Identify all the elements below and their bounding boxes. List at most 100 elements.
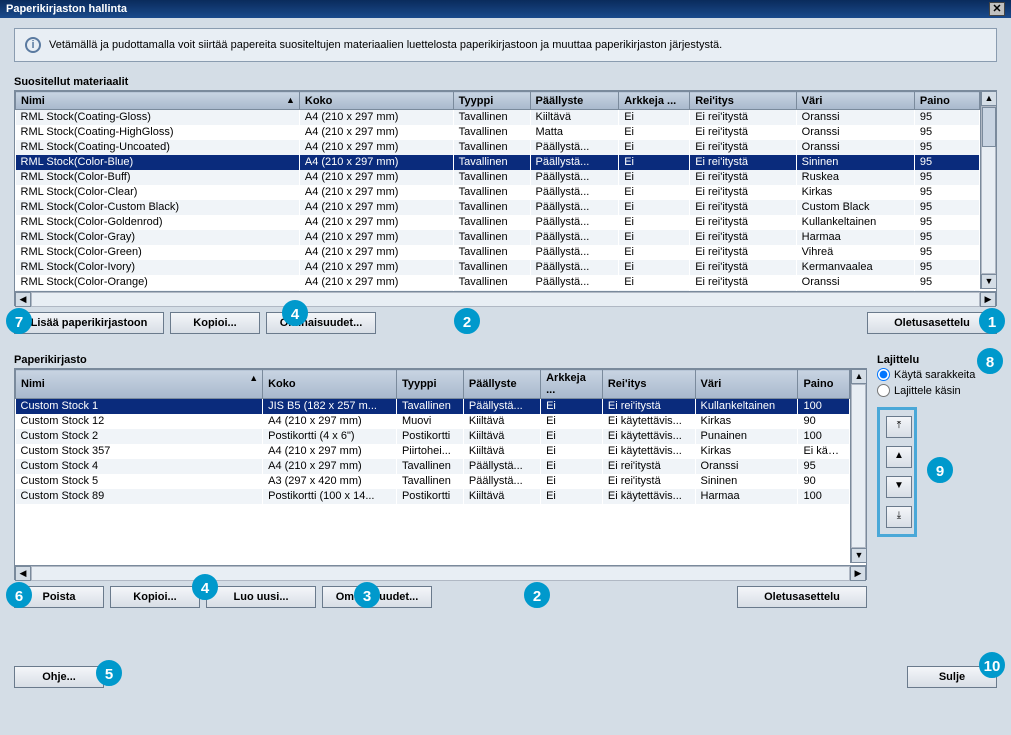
table-row[interactable]: Custom Stock 5A3 (297 x 420 mm)Tavalline… (16, 474, 850, 489)
cell-size: A4 (210 x 297 mm) (299, 215, 453, 230)
col-coating[interactable]: Päällyste (530, 92, 619, 110)
col-sheets[interactable]: Arkkeja ... (541, 370, 603, 399)
create-new-button[interactable]: Luo uusi... (206, 586, 316, 608)
callout-8: 8 (977, 348, 1003, 374)
table-row[interactable]: Custom Stock 12A4 (210 x 297 mm)MuoviKii… (16, 414, 850, 429)
move-up-button[interactable]: ▲ (886, 446, 912, 468)
table-row[interactable]: Custom Stock 89Postikortti (100 x 14...P… (16, 489, 850, 504)
radio-sort-manual[interactable]: Lajittele käsin (877, 384, 997, 397)
cell-size: A3 (297 x 420 mm) (263, 474, 397, 489)
table-row[interactable]: Custom Stock 357A4 (210 x 297 mm)Piirtoh… (16, 444, 850, 459)
cell-weight: 100 (798, 489, 850, 504)
scroll-right-icon[interactable]: ▶ (850, 566, 866, 581)
scroll-left-icon[interactable]: ◀ (15, 566, 31, 581)
scroll-down-icon[interactable]: ▼ (981, 274, 997, 289)
horizontal-scrollbar[interactable]: ◀ ▶ (15, 291, 996, 307)
cell-color: Kirkas (796, 185, 914, 200)
col-color[interactable]: Väri (796, 92, 914, 110)
table-row[interactable]: RML Stock(Coating-Uncoated)A4 (210 x 297… (16, 140, 980, 155)
copy-button-2[interactable]: Kopioi... (110, 586, 200, 608)
table-row[interactable]: RML Stock(Color-Buff)A4 (210 x 297 mm)Ta… (16, 170, 980, 185)
copy-button[interactable]: Kopioi... (170, 312, 260, 334)
table-row[interactable]: RML Stock(Coating-Gloss)A4 (210 x 297 mm… (16, 110, 980, 125)
radio-use-columns-input[interactable] (877, 368, 890, 381)
table-row[interactable]: Custom Stock 2Postikortti (4 x 6")Postik… (16, 429, 850, 444)
cell-sheets: Ei (619, 110, 690, 125)
table-row[interactable]: Custom Stock 1JIS B5 (182 x 257 m...Tava… (16, 399, 850, 414)
col-size[interactable]: Koko (263, 370, 397, 399)
cell-color: Ruskea (796, 170, 914, 185)
cell-punch: Ei rei'itystä (690, 245, 796, 260)
cell-sheets: Ei (619, 140, 690, 155)
cell-type: Tavallinen (453, 155, 530, 170)
cell-sheets: Ei (541, 459, 603, 474)
cell-size: JIS B5 (182 x 257 m... (263, 399, 397, 414)
horizontal-scrollbar[interactable]: ◀ ▶ (15, 565, 866, 581)
table-row[interactable]: RML Stock(Color-Clear)A4 (210 x 297 mm)T… (16, 185, 980, 200)
table-row[interactable]: RML Stock(Coating-HighGloss)A4 (210 x 29… (16, 125, 980, 140)
col-type[interactable]: Tyyppi (453, 92, 530, 110)
table-row[interactable]: RML Stock(Color-Goldenrod)A4 (210 x 297 … (16, 215, 980, 230)
cell-color: Oranssi (796, 140, 914, 155)
defaults-button[interactable]: Oletusasettelu (867, 312, 997, 334)
cell-weight: 95 (914, 275, 979, 290)
col-size[interactable]: Koko (299, 92, 453, 110)
library-header[interactable]: Nimi▲ Koko Tyyppi Päällyste Arkkeja ... … (16, 370, 850, 399)
radio-sort-manual-input[interactable] (877, 384, 890, 397)
scroll-right-icon[interactable]: ▶ (980, 292, 996, 307)
cell-size: A4 (210 x 297 mm) (299, 140, 453, 155)
scroll-left-icon[interactable]: ◀ (15, 292, 31, 307)
table-row[interactable]: RML Stock(Color-Green)A4 (210 x 297 mm)T… (16, 245, 980, 260)
col-weight[interactable]: Paino (914, 92, 979, 110)
callout-9: 9 (927, 457, 953, 483)
cell-type: Postikortti (396, 489, 463, 504)
table-row[interactable]: RML Stock(Color-Custom Black)A4 (210 x 2… (16, 200, 980, 215)
cell-color: Oranssi (796, 110, 914, 125)
cell-type: Tavallinen (396, 459, 463, 474)
scroll-up-icon[interactable]: ▲ (851, 369, 867, 384)
move-down-button[interactable]: ▼ (886, 476, 912, 498)
table-row[interactable]: RML Stock(Color-Ivory)A4 (210 x 297 mm)T… (16, 260, 980, 275)
cell-size: A4 (210 x 297 mm) (299, 110, 453, 125)
move-bottom-button[interactable]: ⤓ (886, 506, 912, 528)
scroll-up-icon[interactable]: ▲ (981, 91, 997, 106)
col-sheets[interactable]: Arkkeja ... (619, 92, 690, 110)
cell-color: Punainen (695, 429, 798, 444)
cell-type: Tavallinen (453, 230, 530, 245)
cell-color: Kullankeltainen (695, 399, 798, 414)
col-coating[interactable]: Päällyste (463, 370, 540, 399)
cell-sheets: Ei (541, 489, 603, 504)
col-type[interactable]: Tyyppi (396, 370, 463, 399)
recommended-header[interactable]: Nimi▲ Koko Tyyppi Päällyste Arkkeja ... … (16, 92, 980, 110)
col-color[interactable]: Väri (695, 370, 798, 399)
scroll-down-icon[interactable]: ▼ (851, 548, 867, 563)
table-row[interactable]: RML Stock(Color-Gray)A4 (210 x 297 mm)Ta… (16, 230, 980, 245)
add-to-library-button[interactable]: Lisää paperikirjastoon (14, 312, 164, 334)
callout-2a: 2 (454, 308, 480, 334)
table-row[interactable]: RML Stock(Color-Blue)A4 (210 x 297 mm)Ta… (16, 155, 980, 170)
close-icon[interactable]: ✕ (989, 2, 1005, 16)
col-name[interactable]: Nimi▲ (16, 370, 263, 399)
help-button[interactable]: Ohje... (14, 666, 104, 688)
cell-type: Tavallinen (396, 399, 463, 414)
cell-size: A4 (210 x 297 mm) (299, 275, 453, 290)
defaults-button-2[interactable]: Oletusasettelu (737, 586, 867, 608)
col-punch[interactable]: Rei'itys (690, 92, 796, 110)
cell-weight: 90 (798, 414, 850, 429)
cell-name: RML Stock(Color-Goldenrod) (16, 215, 300, 230)
col-name[interactable]: Nimi▲ (16, 92, 300, 110)
radio-use-columns[interactable]: Käytä sarakkeita (877, 368, 997, 381)
vertical-scrollbar[interactable]: ▲ ▼ (850, 369, 866, 563)
move-top-button[interactable]: ⤒ (886, 416, 912, 438)
cell-color: Sininen (796, 155, 914, 170)
cell-punch: Ei rei'itystä (690, 275, 796, 290)
col-punch[interactable]: Rei'itys (602, 370, 695, 399)
sort-arrow-icon: ▲ (286, 95, 295, 105)
vertical-scrollbar[interactable]: ▲ ▼ (980, 91, 996, 289)
table-row[interactable]: Custom Stock 4A4 (210 x 297 mm)Tavalline… (16, 459, 850, 474)
cell-punch: Ei käytettävis... (602, 429, 695, 444)
cell-coating: Päällystä... (463, 399, 540, 414)
col-weight[interactable]: Paino (798, 370, 850, 399)
table-row[interactable]: RML Stock(Color-Orange)A4 (210 x 297 mm)… (16, 275, 980, 290)
cell-coating: Päällystä... (530, 200, 619, 215)
